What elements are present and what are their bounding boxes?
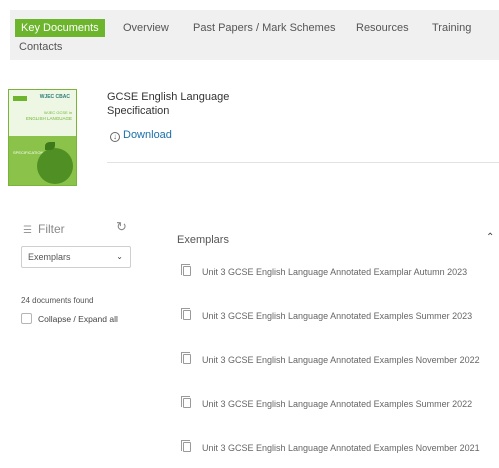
list-item-title: Unit 3 GCSE English Language Annotated E… bbox=[202, 443, 480, 453]
filter-heading: ☰ Filter bbox=[23, 222, 65, 236]
divider bbox=[107, 162, 499, 163]
collapse-expand-toggle[interactable]: Collapse / Expand all bbox=[21, 313, 118, 324]
collapse-checkbox[interactable] bbox=[21, 313, 32, 324]
refresh-icon[interactable]: ↻ bbox=[116, 219, 127, 235]
thumbnail-badge bbox=[13, 96, 27, 101]
list-item-title: Unit 3 GCSE English Language Annotated E… bbox=[202, 399, 473, 409]
list-item[interactable]: Unit 3 GCSE English Language Annotated E… bbox=[181, 352, 483, 368]
filter-select[interactable]: Exemplars ⌄ bbox=[21, 246, 131, 268]
tab-key-documents[interactable]: Key Documents bbox=[15, 19, 105, 37]
tab-contacts[interactable]: Contacts bbox=[19, 38, 62, 56]
apple-image bbox=[37, 148, 73, 184]
list-item-title: Unit 3 GCSE English Language Annotated E… bbox=[202, 311, 473, 321]
document-icon bbox=[181, 308, 191, 320]
document-icon bbox=[181, 396, 191, 408]
chevron-up-icon[interactable]: ⌃ bbox=[486, 232, 494, 243]
document-title: GCSE English Language Specification bbox=[107, 91, 230, 117]
list-item[interactable]: Unit 3 GCSE English Language Annotated E… bbox=[181, 264, 483, 280]
download-link[interactable]: ↓ Download bbox=[110, 129, 172, 142]
thumbnail-subtitle: WJEC GCSE in bbox=[43, 110, 72, 115]
list-item[interactable]: Unit 3 GCSE English Language Annotated E… bbox=[181, 440, 483, 456]
tab-training[interactable]: Training bbox=[432, 19, 471, 37]
collapse-label: Collapse / Expand all bbox=[38, 314, 118, 324]
document-thumbnail[interactable]: WJEC CBAC WJEC GCSE in ENGLISH LANGUAGE … bbox=[8, 89, 77, 186]
document-icon bbox=[181, 352, 191, 364]
list-item[interactable]: Unit 3 GCSE English Language Annotated E… bbox=[181, 396, 483, 412]
filter-icon: ☰ bbox=[23, 225, 32, 236]
tab-past-papers[interactable]: Past Papers / Mark Schemes bbox=[193, 19, 335, 37]
tab-bar: Key Documents Overview Past Papers / Mar… bbox=[10, 10, 499, 60]
apple-leaf-image bbox=[45, 142, 55, 150]
section-title: Exemplars bbox=[177, 234, 229, 246]
thumbnail-title: ENGLISH LANGUAGE bbox=[25, 116, 72, 121]
tab-overview[interactable]: Overview bbox=[123, 19, 169, 37]
thumbnail-spec-label: SPECIFICATION bbox=[13, 150, 44, 155]
list-item-title: Unit 3 GCSE English Language Annotated E… bbox=[202, 355, 480, 365]
documents-found-count: 24 documents found bbox=[21, 296, 94, 305]
thumbnail-logo: WJEC CBAC bbox=[39, 94, 70, 100]
list-item[interactable]: Unit 3 GCSE English Language Annotated E… bbox=[181, 308, 483, 324]
document-icon bbox=[181, 440, 191, 452]
tab-resources[interactable]: Resources bbox=[356, 19, 409, 37]
filter-label: Filter bbox=[38, 222, 65, 236]
list-item-title: Unit 3 GCSE English Language Annotated E… bbox=[202, 267, 468, 277]
filter-select-value: Exemplars bbox=[28, 252, 71, 262]
download-label: Download bbox=[123, 129, 172, 141]
chevron-down-icon: ⌄ bbox=[116, 252, 123, 261]
document-icon bbox=[181, 264, 191, 276]
download-icon: ↓ bbox=[110, 132, 120, 142]
